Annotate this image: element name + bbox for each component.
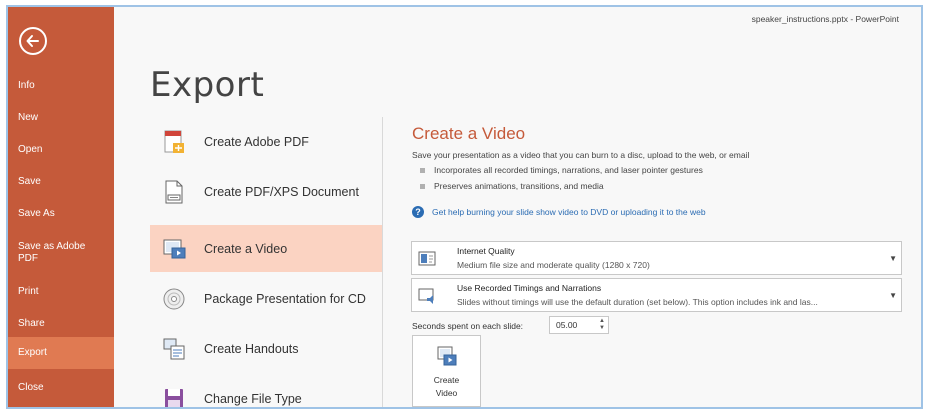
quality-title: Internet Quality (457, 246, 515, 256)
bullet-square-icon (420, 183, 425, 189)
panel-description: Save your presentation as a video that y… (412, 150, 750, 160)
option-label: Create Handouts (204, 341, 299, 356)
option-create-adobe-pdf[interactable]: Create Adobe PDF (150, 118, 382, 165)
sidebar-item-export[interactable]: Export (8, 337, 114, 369)
sidebar-item-save-as-adobe-pdf[interactable]: Save as Adobe PDF (8, 241, 114, 267)
video-icon (437, 346, 457, 366)
option-create-handouts[interactable]: Create Handouts (150, 325, 382, 372)
create-video-label-line2: Video (435, 388, 458, 398)
quality-dropdown[interactable]: Internet Quality Medium file size and mo… (411, 241, 902, 275)
seconds-stepper[interactable]: 05.00 ▲ ▼ (549, 316, 609, 334)
powerpoint-window: Info New Open Save Save As Save as Adobe… (6, 5, 923, 409)
option-change-file-type[interactable]: Change File Type (150, 375, 382, 407)
timings-dropdown[interactable]: Use Recorded Timings and Narrations Slid… (411, 278, 902, 312)
handouts-icon (160, 335, 188, 363)
timings-title: Use Recorded Timings and Narrations (457, 283, 602, 293)
option-package-cd[interactable]: Package Presentation for CD (150, 275, 382, 322)
create-video-label-line1: Create (433, 375, 460, 385)
title-bar: speaker_instructions.pptx - PowerPoint (114, 7, 921, 33)
help-link[interactable]: ? Get help burning your slide show video… (412, 206, 706, 218)
sidebar-item-info[interactable]: Info (8, 80, 114, 92)
backstage-sidebar: Info New Open Save Save As Save as Adobe… (8, 7, 114, 407)
option-label: Change File Type (204, 391, 302, 406)
bullet-text: Preserves animations, transitions, and m… (434, 181, 604, 191)
bullet-text: Incorporates all recorded timings, narra… (434, 165, 703, 175)
cd-icon (160, 285, 188, 313)
seconds-label: Seconds spent on each slide: (412, 321, 524, 331)
monitor-icon (418, 251, 436, 266)
bullet-square-icon (420, 167, 425, 173)
option-create-video[interactable]: Create a Video (150, 225, 382, 272)
help-link-text: Get help burning your slide show video t… (432, 207, 706, 217)
timings-subtitle: Slides without timings will use the defa… (457, 297, 818, 307)
option-label: Create a Video (204, 241, 288, 256)
sidebar-item-save-as[interactable]: Save As (8, 208, 114, 220)
option-label: Package Presentation for CD (204, 291, 366, 306)
video-icon (160, 235, 188, 263)
spinner-arrows-icon[interactable]: ▲ ▼ (599, 318, 605, 332)
sidebar-item-open[interactable]: Open (8, 144, 114, 156)
option-label: Create PDF/XPS Document (204, 184, 359, 199)
bullet-item: Preserves animations, transitions, and m… (420, 181, 604, 191)
sidebar-item-share[interactable]: Share (8, 318, 114, 330)
window-title: speaker_instructions.pptx - PowerPoint (751, 14, 899, 24)
create-video-button[interactable]: Create Video (412, 335, 481, 407)
pdf-xps-icon (160, 178, 188, 206)
sidebar-item-close[interactable]: Close (8, 382, 114, 394)
arrow-left-icon (26, 35, 39, 47)
narration-icon (418, 288, 434, 304)
option-label: Create Adobe PDF (204, 134, 309, 149)
chevron-down-icon: ▼ (889, 254, 897, 263)
bullet-item: Incorporates all recorded timings, narra… (420, 165, 703, 175)
help-question-icon: ? (412, 206, 424, 218)
sidebar-item-print[interactable]: Print (8, 286, 114, 298)
page-title: Export (150, 65, 265, 105)
adobe-pdf-icon (160, 128, 188, 156)
chevron-down-icon: ▼ (889, 291, 897, 300)
seconds-value: 05.00 (556, 320, 578, 330)
sidebar-item-new[interactable]: New (8, 112, 114, 124)
sidebar-item-save[interactable]: Save (8, 176, 114, 188)
back-button[interactable] (19, 27, 47, 55)
quality-subtitle: Medium file size and moderate quality (1… (457, 260, 650, 270)
panel-title: Create a Video (412, 124, 526, 143)
panel-divider (382, 117, 383, 407)
option-create-pdf-xps[interactable]: Create PDF/XPS Document (150, 168, 382, 215)
file-type-icon (160, 385, 188, 407)
